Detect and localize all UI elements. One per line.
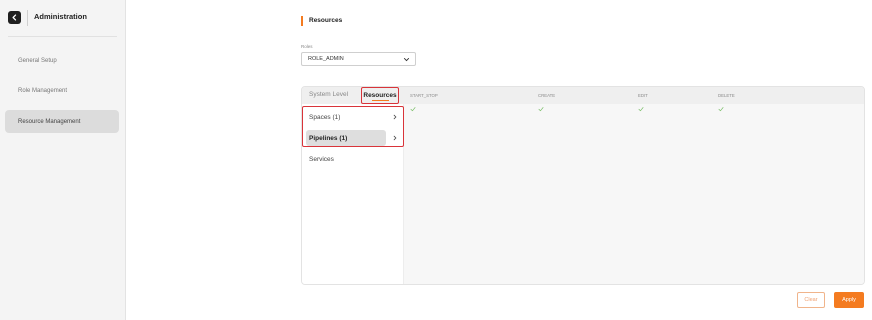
section-accent-bar: [301, 16, 303, 26]
back-arrow-icon: [12, 14, 17, 21]
permissions-panel: System Level Resources START_STOP CREATE…: [301, 86, 865, 285]
list-item-spaces[interactable]: Spaces (1): [306, 109, 386, 125]
column-header-create: CREATE: [538, 93, 556, 98]
list-item-pipelines[interactable]: Pipelines (1): [306, 130, 386, 146]
list-item-label: Pipelines (1): [309, 134, 348, 142]
tab-system-level[interactable]: System Level: [309, 91, 348, 98]
resource-list: Spaces (1) Pipelines (1) Services: [302, 104, 404, 284]
roles-select[interactable]: ROLE_ADMIN: [301, 52, 416, 66]
panel-header: System Level Resources START_STOP CREATE…: [302, 87, 864, 104]
check-icon[interactable]: [638, 106, 644, 112]
permissions-area: [404, 104, 864, 284]
sidebar-divider: [8, 36, 117, 37]
chevron-right-icon[interactable]: [392, 114, 398, 120]
list-item-label: Services: [309, 155, 334, 163]
main-content: Resources Roles ROLE_ADMIN System Level …: [126, 0, 872, 320]
column-header-delete: DELETE: [718, 93, 735, 98]
chevron-right-icon[interactable]: [392, 135, 398, 141]
list-item-label: Spaces (1): [309, 113, 341, 121]
roles-label: Roles: [301, 44, 313, 49]
tab-resources-label: Resources: [363, 92, 397, 99]
sidebar-item-label: Resource Management: [18, 118, 81, 125]
back-button[interactable]: [8, 11, 21, 24]
sidebar-item-general-setup[interactable]: General Setup: [5, 49, 119, 72]
sidebar-item-role-management[interactable]: Role Management: [5, 79, 119, 102]
roles-select-value: ROLE_ADMIN: [308, 56, 344, 62]
sidebar: Administration General Setup Role Manage…: [0, 0, 126, 320]
tab-resources[interactable]: Resources: [361, 87, 399, 104]
clear-button[interactable]: Clear: [797, 292, 825, 308]
sidebar-item-label: Role Management: [18, 87, 68, 94]
section-title: Resources: [309, 17, 343, 24]
chevron-down-icon: [403, 57, 410, 62]
sidebar-item-label: General Setup: [18, 57, 57, 64]
sidebar-item-resource-management[interactable]: Resource Management: [5, 110, 119, 133]
check-icon[interactable]: [538, 106, 544, 112]
apply-button[interactable]: Apply: [834, 292, 864, 308]
active-tab-underline: [372, 100, 389, 101]
check-icon[interactable]: [410, 106, 416, 112]
app-title: Administration: [34, 12, 87, 21]
column-header-edit: EDIT: [638, 93, 648, 98]
list-item-services[interactable]: Services: [306, 151, 386, 167]
column-header-start-stop: START_STOP: [410, 93, 438, 98]
title-divider: [27, 10, 28, 26]
check-icon[interactable]: [718, 106, 724, 112]
